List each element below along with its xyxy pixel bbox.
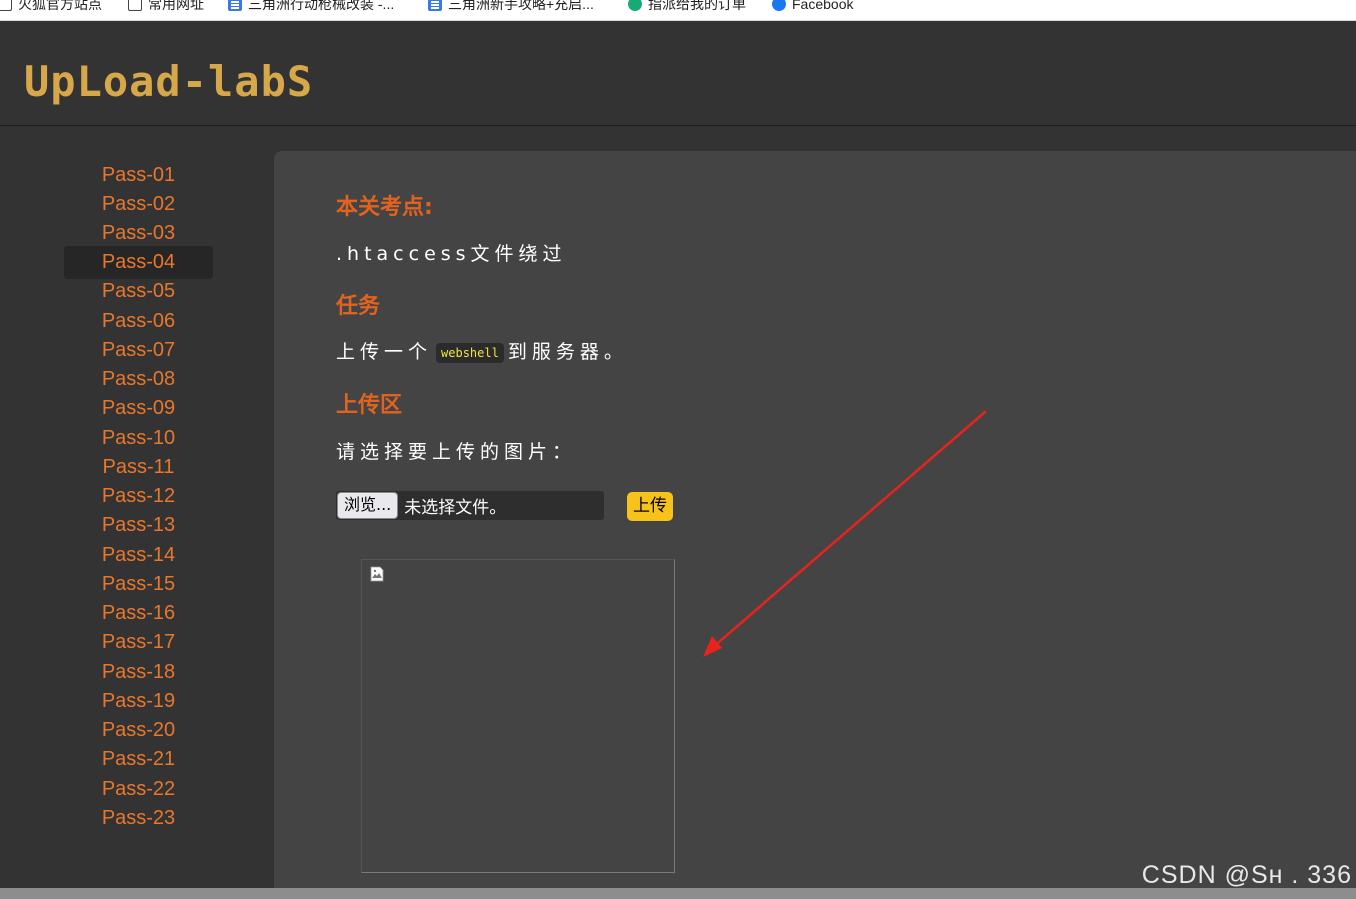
sidebar-item-pass-05[interactable]: Pass-05 (64, 275, 213, 308)
bookmark-item[interactable]: 三角洲新手攻略+充启... (428, 0, 594, 14)
sidebar-item-pass-17[interactable]: Pass-17 (64, 626, 213, 659)
webshell-code-tag: webshell (436, 342, 504, 363)
task-prefix: 上传一个 (336, 341, 433, 363)
checkbox-icon (0, 0, 12, 11)
site-header: UpLoad-labS (0, 21, 1356, 126)
sidebar-item-pass-23[interactable]: Pass-23 (64, 802, 213, 835)
facebook-icon (772, 0, 786, 11)
horizontal-scrollbar[interactable] (0, 888, 1356, 899)
bookmark-label: 火狐官方站点 (18, 0, 102, 12)
file-status-text: 未选择文件。 (404, 498, 507, 518)
bookmark-item[interactable]: Facebook (772, 0, 853, 14)
broken-image-icon (370, 566, 384, 582)
sidebar-nav: Pass-01 Pass-02 Pass-03 Pass-04 Pass-05 … (0, 126, 274, 899)
bookmark-item[interactable]: 火狐官方站点 (0, 0, 102, 14)
bookmark-item[interactable]: 指派给我的订单 (628, 0, 746, 14)
image-preview-box (361, 559, 675, 873)
section-title-key-point: 本关考点: (336, 195, 433, 220)
sidebar-item-pass-13[interactable]: Pass-13 (64, 509, 213, 542)
bookmarks-bar: 火狐官方站点 常用网址 三角洲行动枪械改装 -... 三角洲新手攻略+充启...… (0, 0, 1356, 21)
document-icon (228, 0, 242, 11)
checkbox-icon (128, 0, 142, 11)
green-badge-icon (628, 0, 642, 11)
upload-button[interactable]: 上传 (627, 492, 673, 521)
bookmark-label: 三角洲新手攻略+充启... (448, 0, 594, 12)
csdn-watermark: CSDN @Sн . 336 (1141, 861, 1352, 889)
sidebar-item-pass-09[interactable]: Pass-09 (64, 392, 213, 425)
document-icon (428, 0, 442, 11)
bookmark-label: 三角洲行动枪械改装 -... (248, 0, 395, 12)
file-input[interactable]: 浏览... 未选择文件。 (336, 491, 604, 520)
task-suffix: 到服务器。 (507, 341, 628, 363)
sidebar-item-pass-21[interactable]: Pass-21 (64, 743, 213, 776)
browse-button[interactable]: 浏览... (337, 492, 399, 519)
bookmark-label: Facebook (792, 0, 854, 12)
upload-prompt: 请选择要上传的图片： (336, 441, 577, 463)
bookmark-label: 常用网址 (148, 0, 204, 12)
site-logo[interactable]: UpLoad-labS (24, 57, 313, 107)
bookmark-item[interactable]: 常用网址 (128, 0, 204, 14)
task-text: 上传一个 webshell 到服务器。 (336, 337, 628, 364)
key-point-text: .htaccess文件绕过 (336, 243, 567, 265)
section-title-task: 任务 (336, 294, 381, 319)
section-title-upload: 上传区 (336, 393, 403, 418)
bookmark-label: 指派给我的订单 (648, 0, 746, 12)
content-panel: 本关考点: .htaccess文件绕过 任务 上传一个 webshell 到服务器。… (274, 151, 1356, 899)
bookmark-item[interactable]: 三角洲行动枪械改装 -... (228, 0, 394, 14)
